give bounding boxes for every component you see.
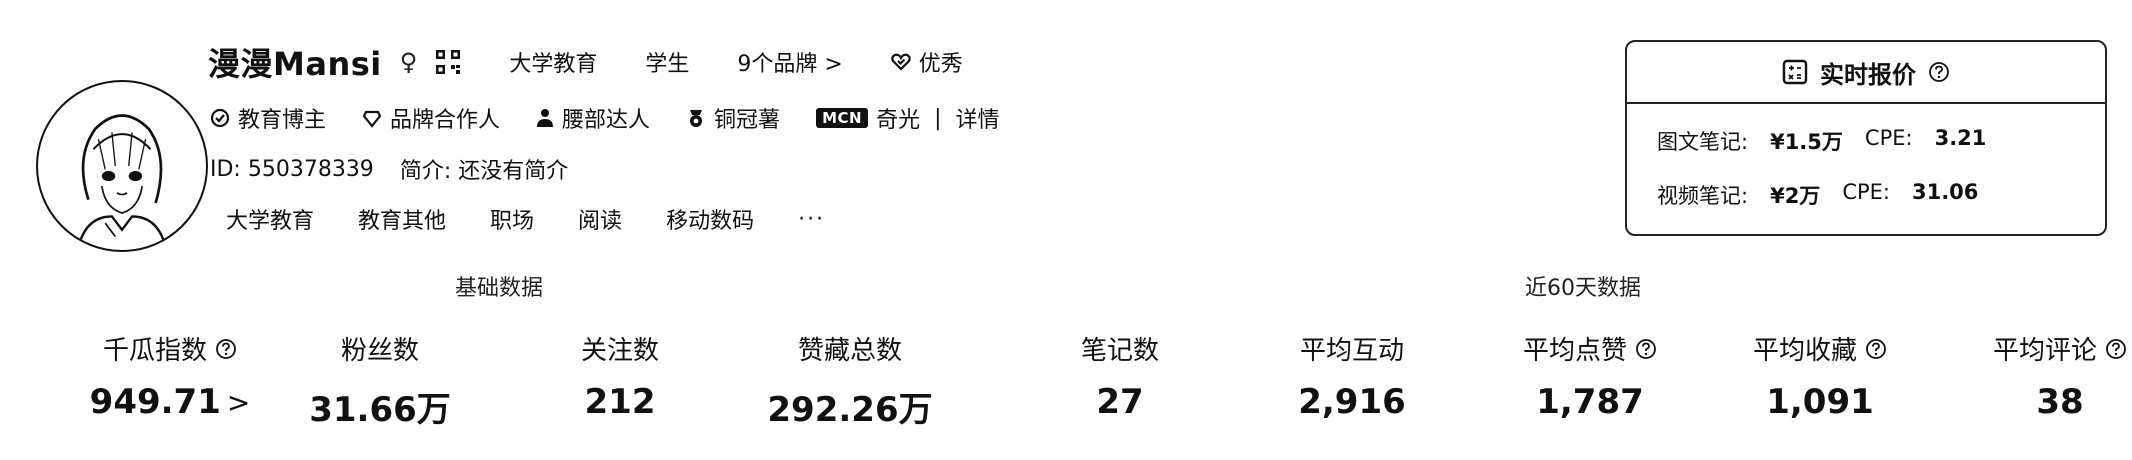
category-tag: 职场 bbox=[490, 209, 535, 234]
metric-value-text: 2,916 bbox=[1298, 382, 1406, 422]
metric-value-text: 31.66万 bbox=[309, 390, 451, 430]
metric-label-text: 赞藏总数 bbox=[797, 336, 903, 366]
price-row-image-note: 图文笔记: ¥1.5万 CPE: 3.21 bbox=[1657, 126, 1986, 156]
tag-category: 大学教育 bbox=[509, 52, 598, 77]
metric-label: 平均点赞 bbox=[1523, 330, 1657, 367]
avatar-illustration bbox=[78, 114, 166, 242]
profile-header: 漫漫Mansi ♀ 大学教育 学生 9个品牌 > 优秀 bbox=[208, 40, 963, 84]
price-label: 视频笔记: bbox=[1657, 184, 1749, 208]
metric-label: 关注数 bbox=[581, 330, 659, 367]
metric-value: 27 bbox=[1096, 382, 1143, 422]
badge-edu-blogger: 教育博主 bbox=[210, 102, 326, 134]
mcn-name: 奇光 bbox=[876, 108, 921, 133]
profile-name: 漫漫Mansi bbox=[208, 45, 382, 83]
pricing-title: 实时报价 bbox=[1820, 60, 1916, 89]
price-row-video-note: 视频笔记: ¥2万 CPE: 31.06 bbox=[1657, 180, 1978, 210]
metric-label-text: 粉丝数 bbox=[340, 336, 420, 366]
help-icon[interactable] bbox=[2105, 338, 2127, 360]
metric-label: 笔记数 bbox=[1081, 330, 1159, 367]
metric-label-text: 平均点赞 bbox=[1522, 336, 1628, 366]
cpe-label: CPE: bbox=[1842, 180, 1890, 204]
metric-label: 平均互动 bbox=[1300, 330, 1404, 367]
mcn-separator: | bbox=[934, 105, 942, 131]
check-circle-icon bbox=[210, 108, 230, 128]
metric-label-text: 关注数 bbox=[580, 336, 660, 366]
metric-label: 赞藏总数 bbox=[798, 330, 902, 367]
metric-label: 平均评论 bbox=[1993, 330, 2127, 367]
avatar bbox=[36, 80, 208, 252]
badge-crown: 铜冠薯 bbox=[686, 102, 780, 134]
category-tags: 大学教育 教育其他 职场 阅读 移动数码 ··· bbox=[226, 200, 825, 238]
metric-label-text: 平均评论 bbox=[1992, 336, 2098, 366]
medal-icon bbox=[690, 110, 703, 127]
badge-label: 铜冠薯 bbox=[714, 108, 781, 133]
metric-label: 平均收藏 bbox=[1753, 330, 1887, 367]
mcn-info: MCN 奇光 | 详情 bbox=[816, 102, 1000, 134]
help-icon[interactable] bbox=[1865, 338, 1887, 360]
metric-value: 292.26万 bbox=[767, 382, 932, 431]
metric-label-text: 平均收藏 bbox=[1752, 336, 1858, 366]
calculator-icon bbox=[1782, 59, 1808, 85]
metric-value-text: 1,787 bbox=[1536, 382, 1644, 422]
brands-link[interactable]: 9个品牌 > bbox=[737, 46, 842, 78]
bio: 简介: 还没有简介 bbox=[399, 159, 569, 184]
more-categories-button[interactable]: ··· bbox=[798, 207, 825, 232]
metric-value-text: 949.71 bbox=[89, 382, 221, 422]
category-tag: 教育其他 bbox=[358, 209, 447, 234]
category-tag: 阅读 bbox=[578, 209, 623, 234]
badge-row: 教育博主 品牌合作人 腰部达人 铜冠薯 MCN 奇光 | 详情 bbox=[210, 100, 1000, 136]
metric-value-text: 212 bbox=[584, 382, 656, 422]
metric-value-text: 292.26万 bbox=[767, 390, 933, 430]
metric-value[interactable]: 949.71 > bbox=[90, 382, 251, 422]
category-tag: 移动数码 bbox=[666, 209, 755, 234]
diamond-icon bbox=[362, 110, 382, 128]
gender-female-icon: ♀ bbox=[399, 48, 418, 76]
tag-identity: 学生 bbox=[645, 52, 690, 77]
price-value: ¥1.5万 bbox=[1770, 130, 1843, 154]
mcn-detail-link[interactable]: 详情 bbox=[956, 102, 1000, 134]
metric-value: 38 bbox=[2036, 382, 2083, 422]
price-value: ¥2万 bbox=[1770, 184, 1821, 208]
help-icon[interactable] bbox=[215, 338, 237, 360]
help-icon[interactable] bbox=[1928, 61, 1950, 83]
badge-label: 腰部达人 bbox=[562, 108, 651, 133]
quality-badge: 优秀 bbox=[891, 46, 963, 78]
badge-label: 品牌合作人 bbox=[390, 108, 501, 133]
pricing-card: 实时报价 图文笔记: ¥1.5万 CPE: 3.21 视频笔记: ¥2万 CPE… bbox=[1625, 40, 2107, 236]
metric-value: 212 bbox=[585, 382, 656, 422]
metric-value-text: 38 bbox=[2036, 382, 2084, 422]
heart-check-icon bbox=[891, 53, 911, 71]
badge-tier: 腰部达人 bbox=[536, 102, 650, 134]
quality-label: 优秀 bbox=[918, 52, 963, 77]
badge-label: 教育博主 bbox=[238, 108, 327, 133]
help-icon[interactable] bbox=[1635, 338, 1657, 360]
chevron-right-icon[interactable]: > bbox=[227, 386, 250, 419]
id-row: ID: 550378339 简介: 还没有简介 bbox=[210, 152, 568, 186]
mcn-badge: MCN bbox=[816, 108, 869, 128]
user-id: ID: 550378339 bbox=[210, 156, 374, 182]
section-basic-title: 基础数据 bbox=[455, 276, 544, 301]
metric-value: 1,787 bbox=[1536, 382, 1644, 422]
section-recent-title: 近60天数据 bbox=[1525, 276, 1641, 301]
cpe-value: 31.06 bbox=[1911, 180, 1979, 204]
metric-label: 粉丝数 bbox=[341, 330, 419, 367]
cpe-label: CPE: bbox=[1864, 126, 1913, 150]
metric-value: 1,091 bbox=[1766, 382, 1874, 422]
metric-value-text: 1,091 bbox=[1766, 382, 1874, 422]
metric-value: 2,916 bbox=[1298, 382, 1406, 422]
metric-label-text: 笔记数 bbox=[1080, 336, 1160, 366]
person-icon bbox=[537, 109, 554, 127]
badge-brand-partner: 品牌合作人 bbox=[362, 102, 500, 134]
price-label: 图文笔记: bbox=[1657, 130, 1749, 154]
metric-label-text: 平均互动 bbox=[1299, 336, 1405, 366]
metric-value: 31.66万 bbox=[309, 382, 451, 431]
metric-label-text: 千瓜指数 bbox=[102, 336, 208, 366]
cpe-value: 3.21 bbox=[1934, 126, 1987, 150]
metric-value-text: 27 bbox=[1096, 382, 1144, 422]
metric-label: 千瓜指数 bbox=[103, 330, 237, 367]
pricing-header: 实时报价 bbox=[1627, 42, 2105, 104]
qr-code-icon[interactable] bbox=[435, 49, 461, 75]
category-tag: 大学教育 bbox=[226, 209, 315, 234]
